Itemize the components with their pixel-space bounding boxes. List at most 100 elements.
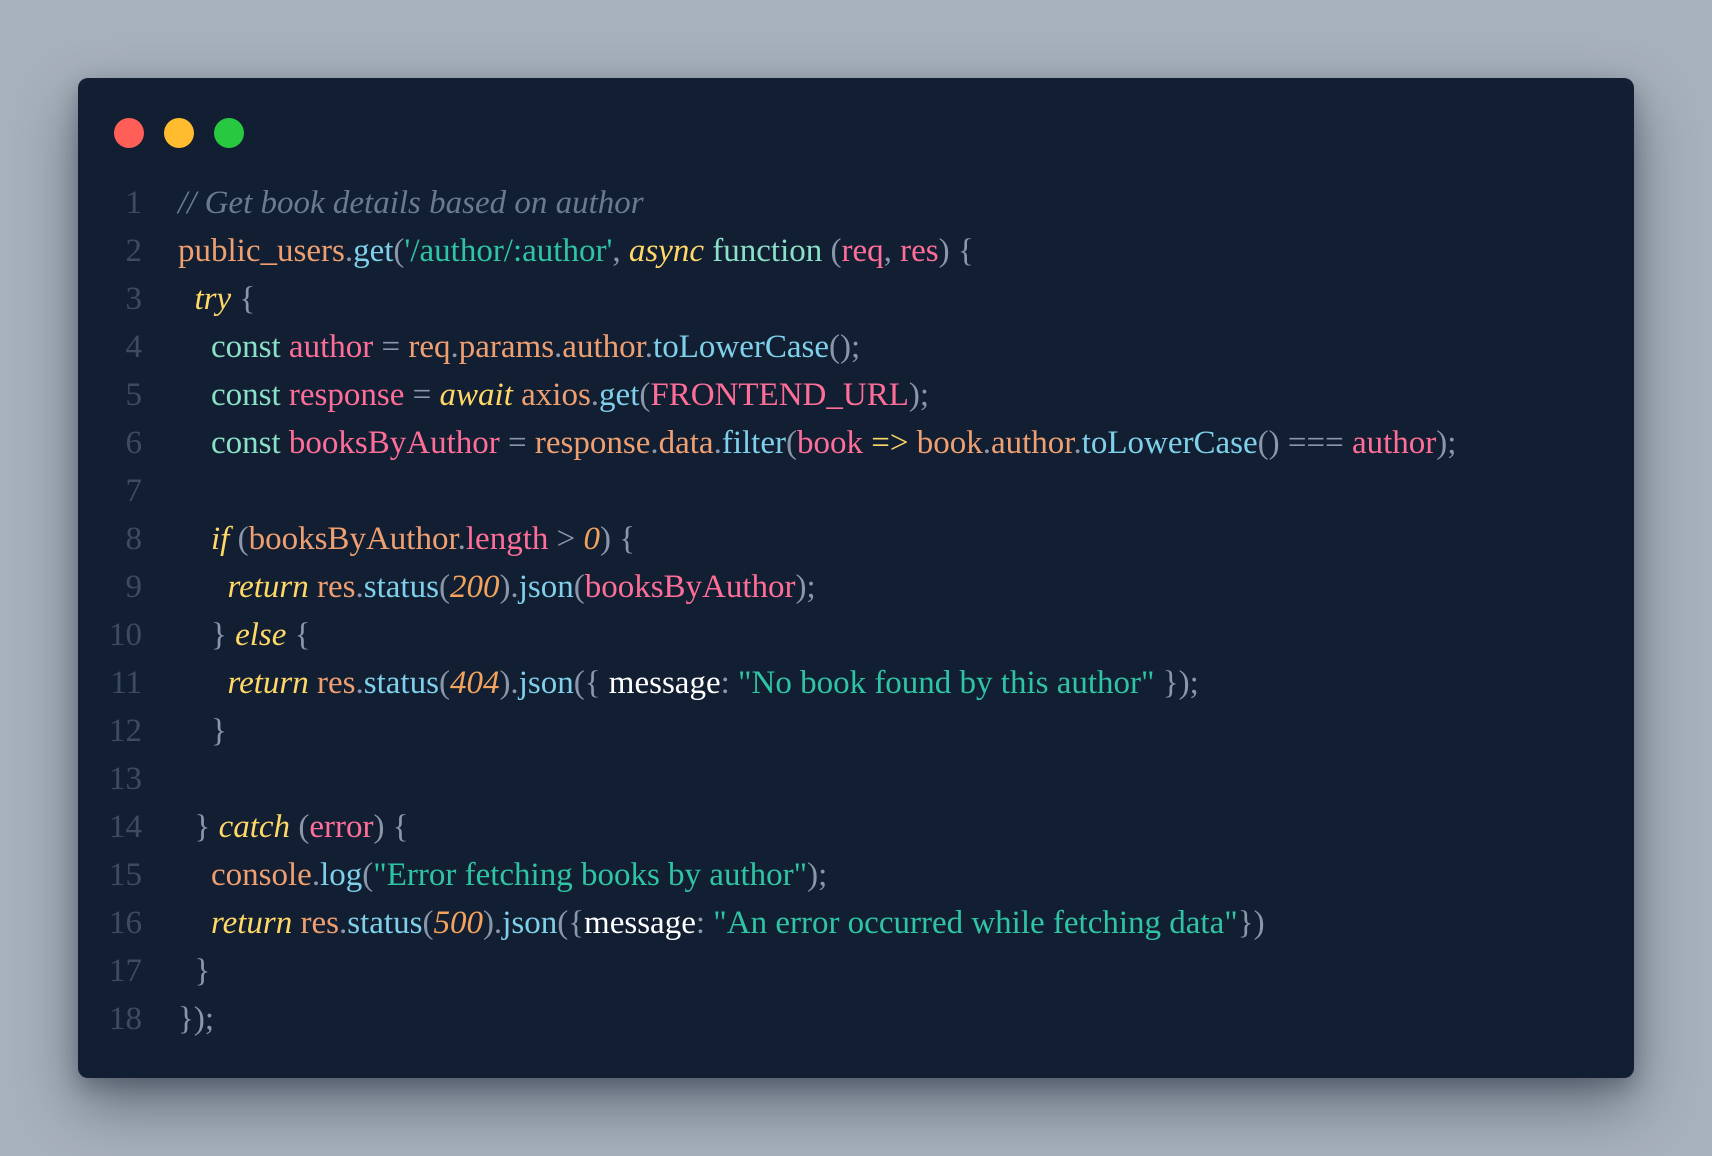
code-token: author bbox=[562, 329, 645, 365]
code-line: 17 } bbox=[78, 947, 1634, 995]
line-number: 1 bbox=[125, 185, 143, 221]
minimize-dot-icon[interactable] bbox=[164, 118, 194, 148]
code-token: // Get book details based on author bbox=[178, 185, 644, 221]
code-token: book bbox=[796, 425, 863, 461]
code-token: { bbox=[286, 617, 311, 653]
code-token: author bbox=[990, 425, 1074, 461]
code-token: ) { bbox=[599, 521, 636, 557]
code-token: ). bbox=[482, 905, 503, 941]
code-token: status bbox=[363, 665, 439, 701]
code-token: ( bbox=[438, 665, 450, 701]
code-line-content bbox=[142, 755, 178, 803]
code-line: 3 try { bbox=[78, 275, 1634, 323]
code-line-content: return res.status(404).json({ message: "… bbox=[142, 659, 1199, 707]
line-number: 16 bbox=[109, 905, 142, 941]
code-token: ); bbox=[795, 569, 816, 605]
code-token: filter bbox=[721, 425, 786, 461]
code-token: ( bbox=[573, 569, 585, 605]
code-token: ( bbox=[290, 809, 310, 845]
code-line-content: if (booksByAuthor.length > 0) { bbox=[142, 515, 635, 563]
line-number: 10 bbox=[109, 617, 142, 653]
code-token: json bbox=[502, 905, 558, 941]
window-titlebar bbox=[114, 118, 244, 148]
code-token: : bbox=[695, 905, 714, 941]
zoom-dot-icon[interactable] bbox=[214, 118, 244, 148]
code-token: . bbox=[450, 329, 459, 365]
code-line-content: } else { bbox=[142, 611, 311, 659]
code-token: ). bbox=[499, 665, 519, 701]
code-token: function bbox=[712, 233, 823, 269]
code-token: } bbox=[178, 953, 211, 989]
code-token: }) bbox=[1237, 905, 1265, 941]
code-token: book bbox=[916, 425, 983, 461]
close-dot-icon[interactable] bbox=[114, 118, 144, 148]
code-token: toLowerCase bbox=[1081, 425, 1258, 461]
line-number: 13 bbox=[109, 761, 142, 797]
code-token: message bbox=[608, 665, 721, 701]
code-token: = bbox=[499, 425, 535, 461]
line-number: 14 bbox=[109, 809, 142, 845]
code-token: console bbox=[211, 857, 312, 893]
code-token: . bbox=[457, 521, 466, 557]
code-token: , bbox=[612, 233, 629, 269]
code-token: . bbox=[311, 857, 321, 893]
code-token: () === bbox=[1257, 425, 1352, 461]
line-number: 7 bbox=[125, 473, 143, 509]
line-number: 6 bbox=[125, 425, 143, 461]
code-line: 6 const booksByAuthor = response.data.fi… bbox=[78, 419, 1634, 467]
code-line: 16 return res.status(500).json({message:… bbox=[78, 899, 1634, 947]
code-token: ( bbox=[422, 905, 434, 941]
code-token: ( bbox=[362, 857, 374, 893]
code-token: ({ bbox=[557, 905, 585, 941]
code-line-content: } catch (error) { bbox=[142, 803, 409, 851]
line-number: 9 bbox=[125, 569, 143, 605]
line-number: 12 bbox=[109, 713, 142, 749]
code-token: json bbox=[518, 665, 574, 701]
code-token: await bbox=[439, 377, 513, 413]
code-token: 200 bbox=[449, 569, 500, 605]
code-line: 8 if (booksByAuthor.length > 0) { bbox=[78, 515, 1634, 563]
code-token: . bbox=[650, 425, 659, 461]
code-token: FRONTEND_URL bbox=[650, 377, 909, 413]
code-line-content: const response = await axios.get(FRONTEN… bbox=[142, 371, 929, 419]
code-line-content: console.log("Error fetching books by aut… bbox=[142, 851, 827, 899]
code-token: error bbox=[309, 809, 374, 845]
code-token: (); bbox=[828, 329, 861, 365]
code-token: } bbox=[178, 713, 227, 749]
code-token: ( bbox=[438, 569, 450, 605]
code-token: => bbox=[862, 425, 917, 461]
code-line-content: const booksByAuthor = response.data.filt… bbox=[142, 419, 1456, 467]
code-token: 0 bbox=[583, 521, 600, 557]
code-token: "No book found by this author" bbox=[738, 665, 1155, 701]
code-token: params bbox=[458, 329, 555, 365]
code-token: req bbox=[408, 329, 451, 365]
code-line-content: // Get book details based on author bbox=[142, 179, 644, 227]
code-token: message bbox=[584, 905, 696, 941]
code-token: . bbox=[1073, 425, 1082, 461]
code-line: 9 return res.status(200).json(booksByAut… bbox=[78, 563, 1634, 611]
code-token: res bbox=[900, 233, 939, 269]
code-token: . bbox=[355, 665, 364, 701]
code-token: }); bbox=[178, 1001, 214, 1037]
code-line-content bbox=[142, 467, 178, 515]
line-number: 17 bbox=[109, 953, 142, 989]
code-token: get bbox=[599, 377, 640, 413]
line-number: 2 bbox=[125, 233, 143, 269]
code-line-content: return res.status(200).json(booksByAutho… bbox=[142, 563, 816, 611]
code-line: 11 return res.status(404).json({ message… bbox=[78, 659, 1634, 707]
code-token: ( bbox=[229, 521, 249, 557]
code-token: status bbox=[347, 905, 423, 941]
code-line: 14 } catch (error) { bbox=[78, 803, 1634, 851]
code-token: axios bbox=[521, 377, 591, 413]
code-token: . bbox=[355, 569, 364, 605]
code-token: json bbox=[518, 569, 574, 605]
